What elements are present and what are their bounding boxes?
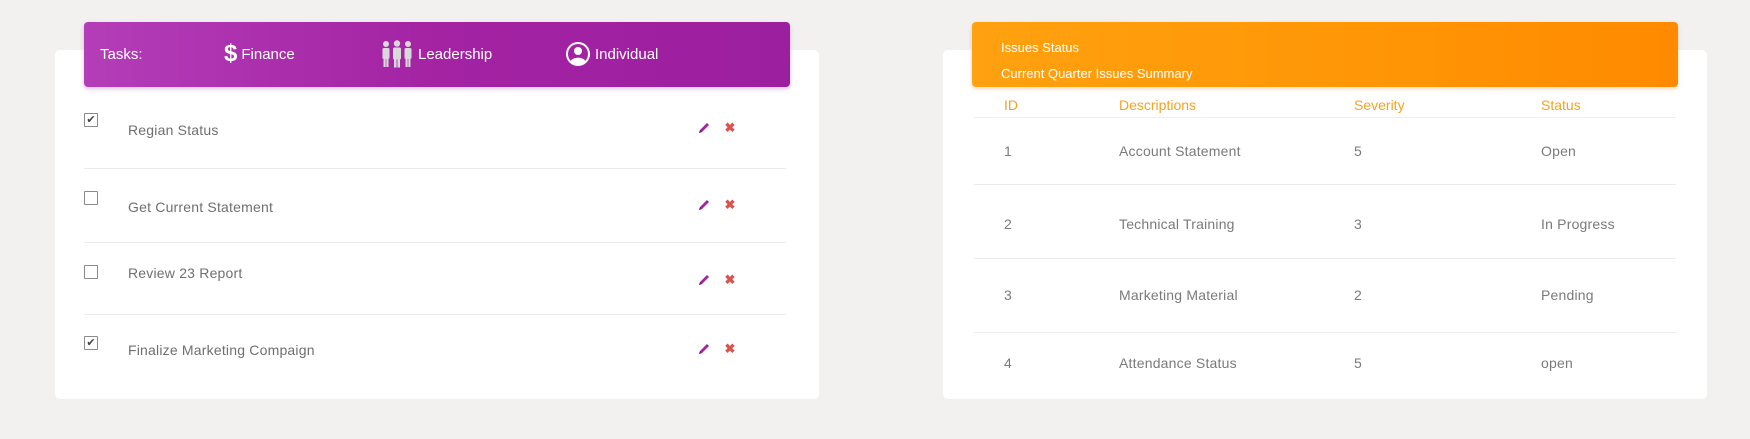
issue-status: open [1541, 355, 1573, 371]
tab-individual-label: Individual [595, 45, 659, 63]
user-circle-icon [565, 41, 591, 67]
task-checkbox[interactable] [84, 191, 98, 205]
delete-icon[interactable]: ✖ [722, 341, 738, 357]
edit-icon[interactable] [696, 197, 712, 213]
tab-finance[interactable]: $ Finance [224, 36, 295, 72]
tab-leadership[interactable]: Leadership [380, 36, 492, 72]
delete-icon[interactable]: ✖ [722, 120, 738, 136]
tab-finance-label: Finance [241, 45, 295, 63]
task-label: Review 23 Report [128, 265, 243, 281]
column-header-descriptions: Descriptions [1119, 97, 1197, 113]
issue-id: 4 [1004, 355, 1012, 371]
column-header-status: Status [1541, 97, 1581, 113]
issue-status: Pending [1541, 287, 1594, 303]
people-icon [380, 40, 414, 68]
issue-description: Account Statement [1119, 143, 1241, 159]
task-row: Get Current Statement ✖ [84, 169, 786, 243]
row-divider [974, 332, 1676, 333]
task-label: Regian Status [128, 122, 219, 138]
issues-header: Issues Status Current Quarter Issues Sum… [972, 22, 1678, 87]
issues-subtitle: Current Quarter Issues Summary [1001, 66, 1193, 81]
issue-id: 3 [1004, 287, 1012, 303]
issue-status: In Progress [1541, 216, 1615, 232]
tab-individual[interactable]: Individual [565, 36, 658, 72]
task-checkbox[interactable]: ✔ [84, 336, 98, 350]
row-divider [974, 184, 1676, 185]
column-header-id: ID [1004, 97, 1018, 113]
task-checkbox[interactable]: ✔ [84, 113, 98, 127]
tab-leadership-label: Leadership [418, 45, 493, 63]
row-divider [974, 258, 1676, 259]
task-checkbox[interactable] [84, 265, 98, 279]
table-header-divider [974, 117, 1676, 118]
issue-id: 2 [1004, 216, 1012, 232]
issue-severity: 2 [1354, 287, 1362, 303]
issue-description: Attendance Status [1119, 355, 1237, 371]
task-label: Get Current Statement [128, 199, 274, 215]
tasks-title: Tasks: [100, 46, 143, 63]
issue-severity: 3 [1354, 216, 1362, 232]
issue-description: Technical Training [1119, 216, 1235, 232]
issue-description: Marketing Material [1119, 287, 1238, 303]
column-header-severity: Severity [1354, 97, 1405, 113]
task-row: ✔ Regian Status ✖ [84, 100, 786, 169]
issue-id: 1 [1004, 143, 1012, 159]
delete-icon[interactable]: ✖ [722, 197, 738, 213]
task-row: Review 23 Report ✖ [84, 243, 786, 315]
delete-icon[interactable]: ✖ [722, 272, 738, 288]
issue-severity: 5 [1354, 143, 1362, 159]
dollar-icon: $ [224, 40, 238, 67]
tasks-header: Tasks: $ Finance Leadership Individual [84, 22, 790, 87]
issue-severity: 5 [1354, 355, 1362, 371]
edit-icon[interactable] [696, 341, 712, 357]
edit-icon[interactable] [696, 120, 712, 136]
task-label: Finalize Marketing Compaign [128, 342, 315, 358]
edit-icon[interactable] [696, 272, 712, 288]
issues-title: Issues Status [1001, 40, 1080, 55]
task-row: ✔ Finalize Marketing Compaign ✖ [84, 315, 786, 385]
issue-status: Open [1541, 143, 1577, 159]
